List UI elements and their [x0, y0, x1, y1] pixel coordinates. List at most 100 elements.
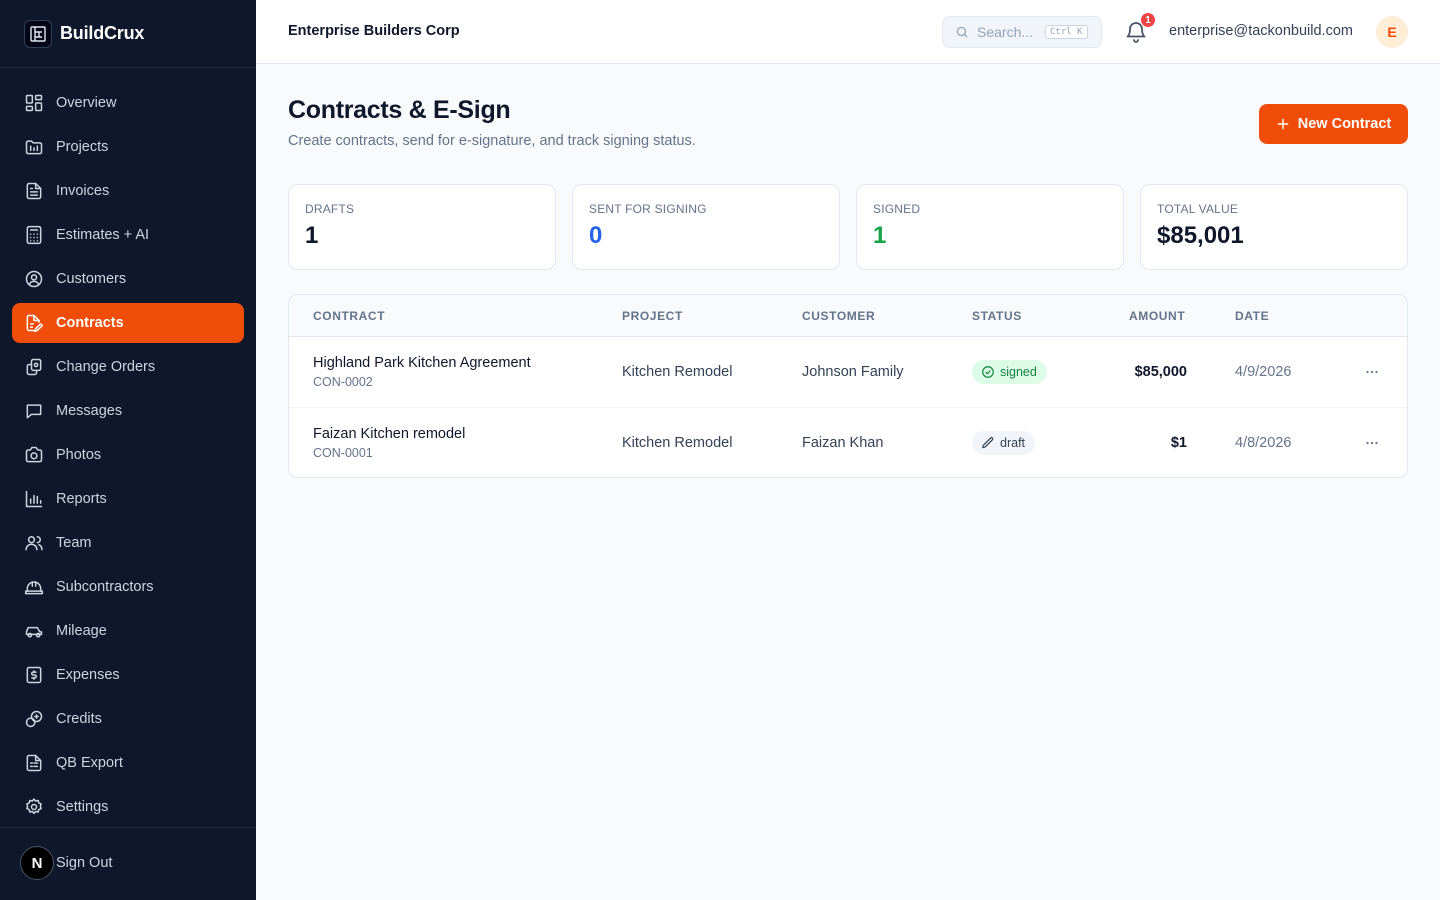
- search-input[interactable]: [977, 24, 1045, 40]
- sidebar-item-label: Credits: [56, 711, 102, 727]
- sidebar-item-qb-export[interactable]: QB Export: [12, 743, 244, 783]
- stat-label: SIGNED: [873, 202, 921, 216]
- sidebar-item-label: Messages: [56, 403, 123, 419]
- date-cell: 4/8/2026: [1235, 435, 1292, 451]
- bar-chart-icon: [25, 490, 43, 508]
- car-icon: [25, 626, 43, 638]
- page-title: Contracts & E-Sign: [288, 96, 511, 124]
- brand-logo-icon: [24, 19, 52, 48]
- sidebar-item-reports[interactable]: Reports: [12, 479, 244, 519]
- sidebar-item-label: Settings: [56, 799, 109, 815]
- grid-icon: [25, 94, 43, 112]
- sidebar-item-label: Expenses: [56, 667, 120, 683]
- sidebar-item-label: Change Orders: [56, 359, 156, 375]
- folder-icon: [25, 140, 43, 155]
- sidebar-item-label: Mileage: [56, 623, 107, 639]
- sign-out-button[interactable]: N Sign Out: [20, 846, 112, 880]
- more-horizontal-icon[interactable]: [1363, 434, 1381, 452]
- sidebar-item-messages[interactable]: Messages: [12, 391, 244, 431]
- search-icon: [956, 26, 968, 38]
- sign-out-badge: N: [20, 846, 54, 880]
- table-header: CONTRACT PROJECT CUSTOMER STATUS AMOUNT …: [289, 295, 1407, 337]
- user-circle-icon: [25, 270, 43, 288]
- amount-cell: $85,000: [1134, 364, 1187, 380]
- sidebar-item-label: Invoices: [56, 183, 110, 199]
- sidebar-item-contracts[interactable]: Contracts: [12, 303, 244, 343]
- stat-card-drafts: DRAFTS 1: [288, 184, 556, 270]
- column-header-contract[interactable]: CONTRACT: [313, 309, 385, 323]
- status-badge: draft: [972, 431, 1036, 455]
- sidebar-item-team[interactable]: Team: [12, 523, 244, 563]
- column-header-project[interactable]: PROJECT: [622, 309, 683, 323]
- sidebar-item-customers[interactable]: Customers: [12, 259, 244, 299]
- brand-name: BuildCrux: [60, 23, 145, 43]
- column-header-status[interactable]: STATUS: [972, 309, 1022, 323]
- brand[interactable]: BuildCrux: [0, 0, 256, 68]
- sidebar-item-mileage[interactable]: Mileage: [12, 611, 244, 651]
- hard-hat-icon: [24, 581, 44, 595]
- sign-out-label: Sign Out: [56, 855, 113, 871]
- user-email[interactable]: enterprise@tackonbuild.com: [1169, 23, 1353, 39]
- customer-cell: Johnson Family: [802, 364, 904, 380]
- project-cell: Kitchen Remodel: [622, 364, 733, 380]
- contract-title[interactable]: Faizan Kitchen remodel: [313, 426, 465, 442]
- column-header-date[interactable]: DATE: [1235, 309, 1269, 323]
- table-row[interactable]: Faizan Kitchen remodel CON-0001 Kitchen …: [289, 408, 1407, 477]
- contract-id: CON-0002: [313, 375, 373, 389]
- users-icon: [25, 536, 43, 551]
- receipt-dollar-icon: [26, 666, 42, 684]
- sidebar-item-label: Estimates + AI: [56, 227, 150, 243]
- calculator-icon: [26, 225, 42, 245]
- sidebar-item-invoices[interactable]: Invoices: [12, 171, 244, 211]
- date-cell: 4/9/2026: [1235, 364, 1292, 380]
- sidebar-item-label: Overview: [56, 95, 117, 111]
- stat-value: $85,001: [1157, 222, 1244, 249]
- sidebar-item-label: Team: [56, 535, 92, 551]
- coins-icon: [25, 710, 43, 728]
- sidebar-item-label: Projects: [56, 139, 109, 155]
- more-horizontal-icon[interactable]: [1363, 363, 1381, 381]
- sidebar: BuildCrux Overview Projects Invoices Est…: [0, 0, 256, 900]
- column-header-amount[interactable]: AMOUNT: [1129, 309, 1185, 323]
- sidebar-item-expenses[interactable]: Expenses: [12, 655, 244, 695]
- stat-card-total-value: TOTAL VALUE $85,001: [1140, 184, 1408, 270]
- sidebar-item-subcontractors[interactable]: Subcontractors: [12, 567, 244, 607]
- contract-title[interactable]: Highland Park Kitchen Agreement: [313, 355, 531, 371]
- sidebar-nav: Overview Projects Invoices Estimates + A…: [12, 83, 244, 831]
- spreadsheet-icon: [26, 754, 42, 772]
- stat-card-sent: SENT FOR SIGNING 0: [572, 184, 840, 270]
- files-icon: [26, 358, 42, 376]
- sidebar-item-label: Photos: [56, 447, 102, 463]
- project-cell: Kitchen Remodel: [622, 435, 733, 451]
- search-shortcut-hint: Ctrl K: [1045, 25, 1088, 39]
- sidebar-item-estimates[interactable]: Estimates + AI: [12, 215, 244, 255]
- stat-label: TOTAL VALUE: [1157, 202, 1239, 216]
- stat-value: 1: [305, 222, 319, 249]
- plus-icon: [1277, 118, 1289, 130]
- sidebar-item-credits[interactable]: Credits: [12, 699, 244, 739]
- new-contract-label: New Contract: [1297, 116, 1392, 132]
- sidebar-item-photos[interactable]: Photos: [12, 435, 244, 475]
- camera-icon: [25, 446, 43, 463]
- table-row[interactable]: Highland Park Kitchen Agreement CON-0002…: [289, 337, 1407, 408]
- search-box[interactable]: Ctrl K: [942, 16, 1102, 48]
- sidebar-item-label: Reports: [56, 491, 107, 507]
- sidebar-item-settings[interactable]: Settings: [12, 787, 244, 827]
- sidebar-item-change-orders[interactable]: Change Orders: [12, 347, 244, 387]
- contracts-table: CONTRACT PROJECT CUSTOMER STATUS AMOUNT …: [288, 294, 1408, 478]
- pencil-icon: [982, 437, 994, 449]
- contract-id: CON-0001: [313, 446, 373, 460]
- sidebar-item-overview[interactable]: Overview: [12, 83, 244, 123]
- sidebar-footer: N Sign Out: [0, 827, 256, 900]
- file-pen-icon: [26, 314, 43, 333]
- sidebar-item-label: Contracts: [56, 315, 124, 331]
- new-contract-button[interactable]: New Contract: [1259, 104, 1408, 144]
- customer-cell: Faizan Khan: [802, 435, 884, 451]
- stat-value: 1: [873, 222, 887, 249]
- column-header-customer[interactable]: CUSTOMER: [802, 309, 875, 323]
- sidebar-item-label: Subcontractors: [56, 579, 154, 595]
- stat-card-signed: SIGNED 1: [856, 184, 1124, 270]
- stat-value: 0: [589, 222, 603, 249]
- sidebar-item-projects[interactable]: Projects: [12, 127, 244, 167]
- avatar[interactable]: E: [1376, 16, 1408, 48]
